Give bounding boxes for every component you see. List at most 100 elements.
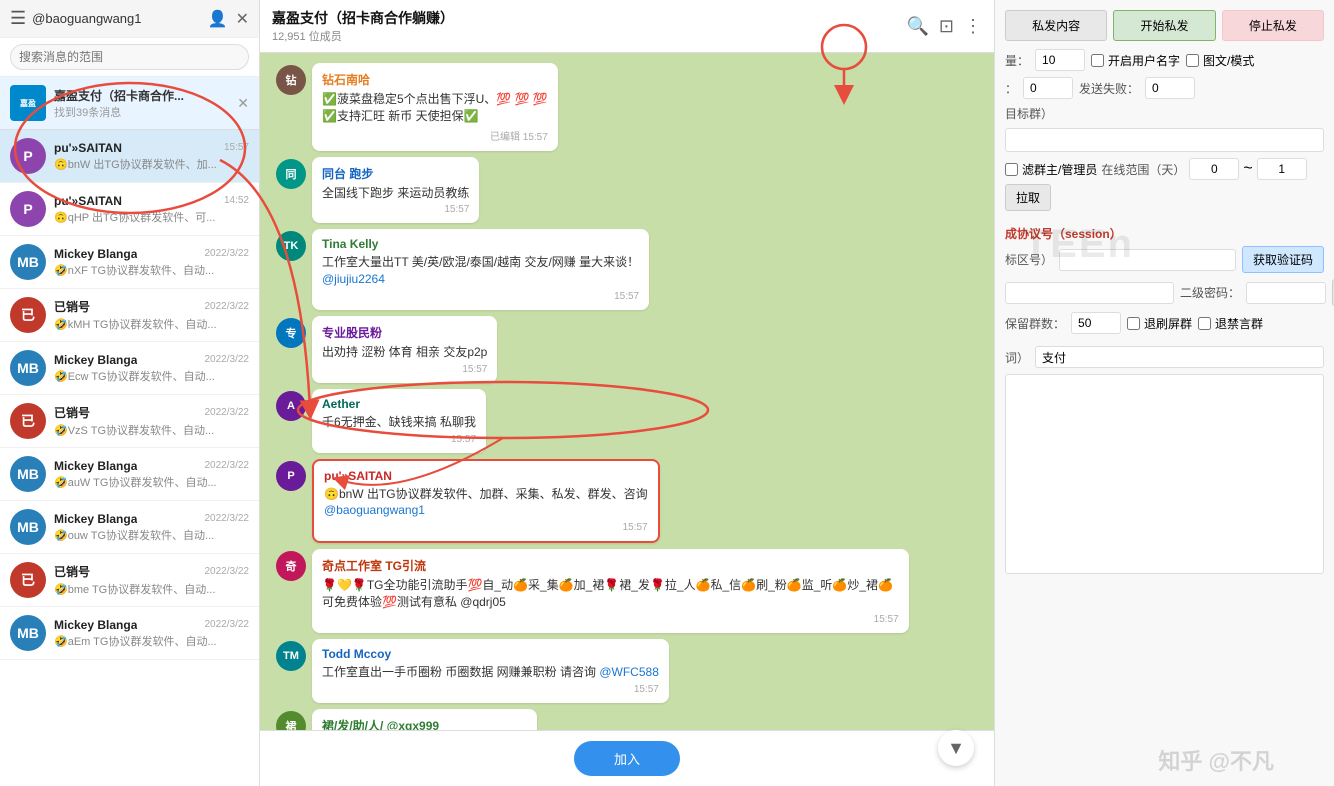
- list-item[interactable]: P pu'»SAITAN 14:52 🙃qHP 出TG协议群发软件、可...: [0, 183, 259, 236]
- chat-time: 2022/3/22: [205, 460, 250, 471]
- preserve-input[interactable]: [1071, 312, 1121, 334]
- chat-preview: 🤣kMH TG协议群发软件、自动...: [54, 316, 249, 332]
- layout-icon[interactable]: ⊡: [939, 16, 954, 37]
- avatar: MB: [10, 509, 46, 545]
- message-row: TM Todd Mccoy 工作室直出一手币圈粉 币圈数据 网赚兼职粉 请咨询 …: [276, 639, 978, 703]
- keyword-label: 词）: [1005, 349, 1029, 366]
- chat-preview: 🤣VzS TG协议群发软件、自动...: [54, 422, 249, 438]
- list-item[interactable]: MB Mickey Blanga 2022/3/22 🤣nXF TG协议群发软件…: [0, 236, 259, 289]
- menu-icon[interactable]: ☰: [10, 8, 26, 29]
- filter-admin-input[interactable]: [1005, 163, 1018, 176]
- msg-sender: pu'»SAITAN: [324, 469, 648, 483]
- scroll-down-button[interactable]: ▼: [938, 730, 974, 766]
- more-icon[interactable]: ⋮: [964, 16, 982, 37]
- password-input[interactable]: [1246, 282, 1326, 304]
- chat-name: Mickey Blanga: [54, 459, 137, 473]
- list-item[interactable]: MB Mickey Blanga 2022/3/22 🤣aEm TG协议群发软件…: [0, 607, 259, 660]
- chat-name: pu'»SAITAN: [54, 141, 122, 155]
- search-box: [0, 38, 259, 77]
- list-item[interactable]: 已 已销号 2022/3/22 🤣bme TG协议群发软件、自动...: [0, 554, 259, 607]
- msg-avatar: A: [276, 391, 306, 421]
- chat-info: pu'»SAITAN 14:52 🙃qHP 出TG协议群发软件、可...: [54, 194, 249, 225]
- chat-time: 2022/3/22: [205, 619, 250, 630]
- chat-preview: 🤣Ecw TG协议群发软件、自动...: [54, 368, 249, 384]
- msg-mention: @baoguangwang1: [324, 503, 425, 517]
- message-row: P pu'»SAITAN 🙃bnW 出TG协议群发软件、加群、采集、私发、群发、…: [276, 459, 978, 544]
- msg-time: 15:57: [322, 434, 476, 445]
- msg-bubble: Todd Mccoy 工作室直出一手币圈粉 币圈数据 网赚兼职粉 请咨询 @WF…: [312, 639, 669, 703]
- preserve-row: 保留群数： 退刷屏群 退禁言群: [1005, 312, 1324, 334]
- interval-input[interactable]: [1023, 77, 1073, 99]
- list-item[interactable]: 已 已销号 2022/3/22 🤣VzS TG协议群发软件、自动...: [0, 395, 259, 448]
- join-button[interactable]: 加入: [574, 741, 680, 776]
- msg-bubble: 裙/发/助/人/ @xgx999 twt🍞TG软件-试-用 @xgx77 包售后…: [312, 709, 537, 730]
- online-max-input[interactable]: [1257, 158, 1307, 180]
- image-mode-input[interactable]: [1186, 54, 1199, 67]
- unsub-input[interactable]: [1127, 317, 1140, 330]
- chat-info: Mickey Blanga 2022/3/22 🤣Ecw TG协议群发软件、自动…: [54, 353, 249, 384]
- content-scroll-area[interactable]: [1005, 374, 1324, 574]
- chat-title: 嘉盈支付（招卡商合作躺赚）: [272, 8, 906, 28]
- search-icon[interactable]: 🔍: [906, 16, 928, 37]
- sidebar-close-icon[interactable]: ✕: [236, 9, 249, 29]
- msg-text: ✅菠菜盘稳定5个点出售下浮U、💯 💯 💯✅支持汇旺 新币 天使担保✅: [322, 91, 548, 125]
- messages-container: 钻 钻石南哈 ✅菠菜盘稳定5个点出售下浮U、💯 💯 💯✅支持汇旺 新币 天使担保…: [260, 53, 994, 730]
- chat-preview: 🤣auW TG协议群发软件、自动...: [54, 474, 249, 490]
- image-mode-checkbox: 图文/模式: [1186, 52, 1254, 69]
- msg-sender: 同台 跑步: [322, 165, 469, 182]
- private-content-label: 私发内容: [1005, 10, 1107, 41]
- active-group-item[interactable]: 嘉盈 嘉盈支付（招卡商合作... 找到39条消息 ✕: [0, 77, 259, 130]
- msg-time: 15:57: [324, 522, 648, 533]
- unban-input[interactable]: [1198, 317, 1211, 330]
- start-private-button[interactable]: 开始私发: [1113, 10, 1215, 41]
- active-group-info: 嘉盈支付（招卡商合作... 找到39条消息: [54, 87, 229, 120]
- stop-private-button[interactable]: 停止私发: [1222, 10, 1324, 41]
- msg-sender: Todd Mccoy: [322, 647, 659, 661]
- online-min-input[interactable]: [1189, 158, 1239, 180]
- message-row: 裙 裙/发/助/人/ @xgx999 twt🍞TG软件-试-用 @xgx77 包…: [276, 709, 978, 730]
- list-item[interactable]: MB Mickey Blanga 2022/3/22 🤣auW TG协议群发软件…: [0, 448, 259, 501]
- avatar: MB: [10, 615, 46, 651]
- phone-input[interactable]: [1005, 282, 1174, 304]
- chat-list: P pu'»SAITAN 15:57 🙃bnW 出TG协议群发软件、加... P…: [0, 130, 259, 786]
- msg-sender: 专业股民粉: [322, 324, 487, 341]
- chat-preview: 🤣nXF TG协议群发软件、自动...: [54, 262, 249, 278]
- msg-text: 全国线下跑步 来运动员教练: [322, 185, 469, 202]
- target-group-input[interactable]: [1005, 128, 1324, 152]
- list-item[interactable]: P pu'»SAITAN 15:57 🙃bnW 出TG协议群发软件、加...: [0, 130, 259, 183]
- list-item[interactable]: MB Mickey Blanga 2022/3/22 🤣ouw TG协议群发软件…: [0, 501, 259, 554]
- msg-time: 15:57: [322, 684, 659, 695]
- tilde-separator: ~: [1243, 160, 1252, 178]
- enable-username-input[interactable]: [1091, 54, 1104, 67]
- join-bar: 加入: [260, 730, 994, 786]
- chat-name: 已销号: [54, 563, 90, 580]
- msg-avatar: TK: [276, 231, 306, 261]
- count-input[interactable]: [1035, 49, 1085, 71]
- unban-checkbox: 退禁言群: [1198, 315, 1263, 332]
- watermark: 知乎 @不凡: [1158, 744, 1274, 776]
- app-container: ☰ @baoguangwang1 👤 ✕ 嘉盈 嘉盈支付（招卡商合作... 找到…: [0, 0, 1334, 786]
- keyword-input[interactable]: [1035, 346, 1324, 368]
- chat-info: Mickey Blanga 2022/3/22 🤣ouw TG协议群发软件、自动…: [54, 512, 249, 543]
- chat-time: 2022/3/22: [205, 566, 250, 577]
- avatar: 已: [10, 562, 46, 598]
- get-code-button[interactable]: 获取验证码: [1242, 246, 1324, 273]
- filter-admin-label: 滤群主/管理员: [1022, 161, 1097, 178]
- fail-input[interactable]: [1145, 77, 1195, 99]
- avatar: P: [10, 138, 46, 174]
- msg-time: 已编辑 15:57: [322, 128, 548, 143]
- pull-button[interactable]: 拉取: [1005, 184, 1051, 211]
- chat-name: Mickey Blanga: [54, 618, 137, 632]
- profile-icon[interactable]: 👤: [208, 9, 228, 29]
- msg-avatar: TM: [276, 641, 306, 671]
- sidebar: ☰ @baoguangwang1 👤 ✕ 嘉盈 嘉盈支付（招卡商合作... 找到…: [0, 0, 260, 786]
- avatar: MB: [10, 456, 46, 492]
- list-item[interactable]: MB Mickey Blanga 2022/3/22 🤣Ecw TG协议群发软件…: [0, 342, 259, 395]
- list-item[interactable]: 已 已销号 2022/3/22 🤣kMH TG协议群发软件、自动...: [0, 289, 259, 342]
- interval-row: ： 发送失败：: [1005, 77, 1324, 99]
- search-input[interactable]: [10, 44, 249, 70]
- active-group-close-icon[interactable]: ✕: [237, 95, 249, 112]
- top-buttons-row: 私发内容 开始私发 停止私发: [1005, 10, 1324, 41]
- target-group-label: 目标群）: [1005, 105, 1053, 122]
- msg-mention: @jiujiu2264: [322, 272, 385, 286]
